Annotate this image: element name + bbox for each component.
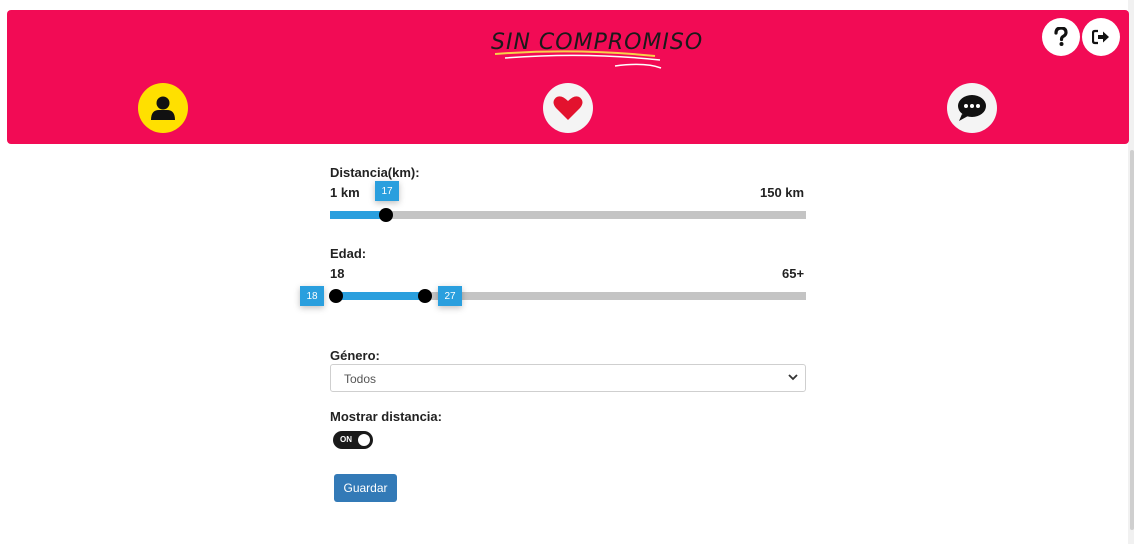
distance-min-label: 1 km xyxy=(330,185,360,200)
age-high-tooltip: 27 xyxy=(438,286,462,306)
save-button[interactable]: Guardar xyxy=(334,474,397,502)
user-icon xyxy=(151,96,175,120)
gender-select-value: Todos xyxy=(344,372,377,386)
toggle-state-text: ON xyxy=(340,435,352,444)
logout-button[interactable] xyxy=(1082,18,1120,56)
age-low-handle[interactable] xyxy=(329,289,343,303)
gender-select[interactable]: Todos xyxy=(330,364,806,392)
age-slider-fill xyxy=(336,292,426,300)
age-min-label: 18 xyxy=(330,266,345,281)
distance-slider-handle[interactable] xyxy=(379,208,393,222)
nav-likes-button[interactable] xyxy=(543,83,593,133)
app-header: SIN COMPROMISO xyxy=(7,10,1129,144)
logo: SIN COMPROMISO xyxy=(485,18,702,78)
distance-max-label: 150 km xyxy=(760,185,805,200)
age-max-label: 65+ xyxy=(782,266,805,281)
nav-chat-button[interactable] xyxy=(947,83,997,133)
question-icon xyxy=(1054,27,1068,46)
nav-profile-button[interactable] xyxy=(138,83,188,133)
gender-label: Género: xyxy=(330,348,380,363)
age-low-tooltip: 18 xyxy=(300,286,324,306)
distance-value-tooltip: 17 xyxy=(375,181,399,201)
toggle-knob xyxy=(358,434,370,446)
heart-icon xyxy=(553,96,583,120)
help-button[interactable] xyxy=(1042,18,1080,56)
distance-label: Distancia(km): xyxy=(330,165,420,180)
distance-slider-track[interactable] xyxy=(330,211,806,219)
scrollbar-thumb[interactable] xyxy=(1130,150,1134,530)
distance-slider-fill xyxy=(330,211,386,219)
sign-out-icon xyxy=(1092,29,1109,45)
age-high-handle[interactable] xyxy=(418,289,432,303)
chevron-down-icon xyxy=(788,374,798,381)
chat-bubble-icon xyxy=(958,95,986,121)
show-distance-toggle[interactable]: ON xyxy=(333,431,373,449)
show-distance-label: Mostrar distancia: xyxy=(330,409,442,424)
age-label: Edad: xyxy=(330,246,367,261)
logo-text: SIN COMPROMISO xyxy=(491,30,704,55)
